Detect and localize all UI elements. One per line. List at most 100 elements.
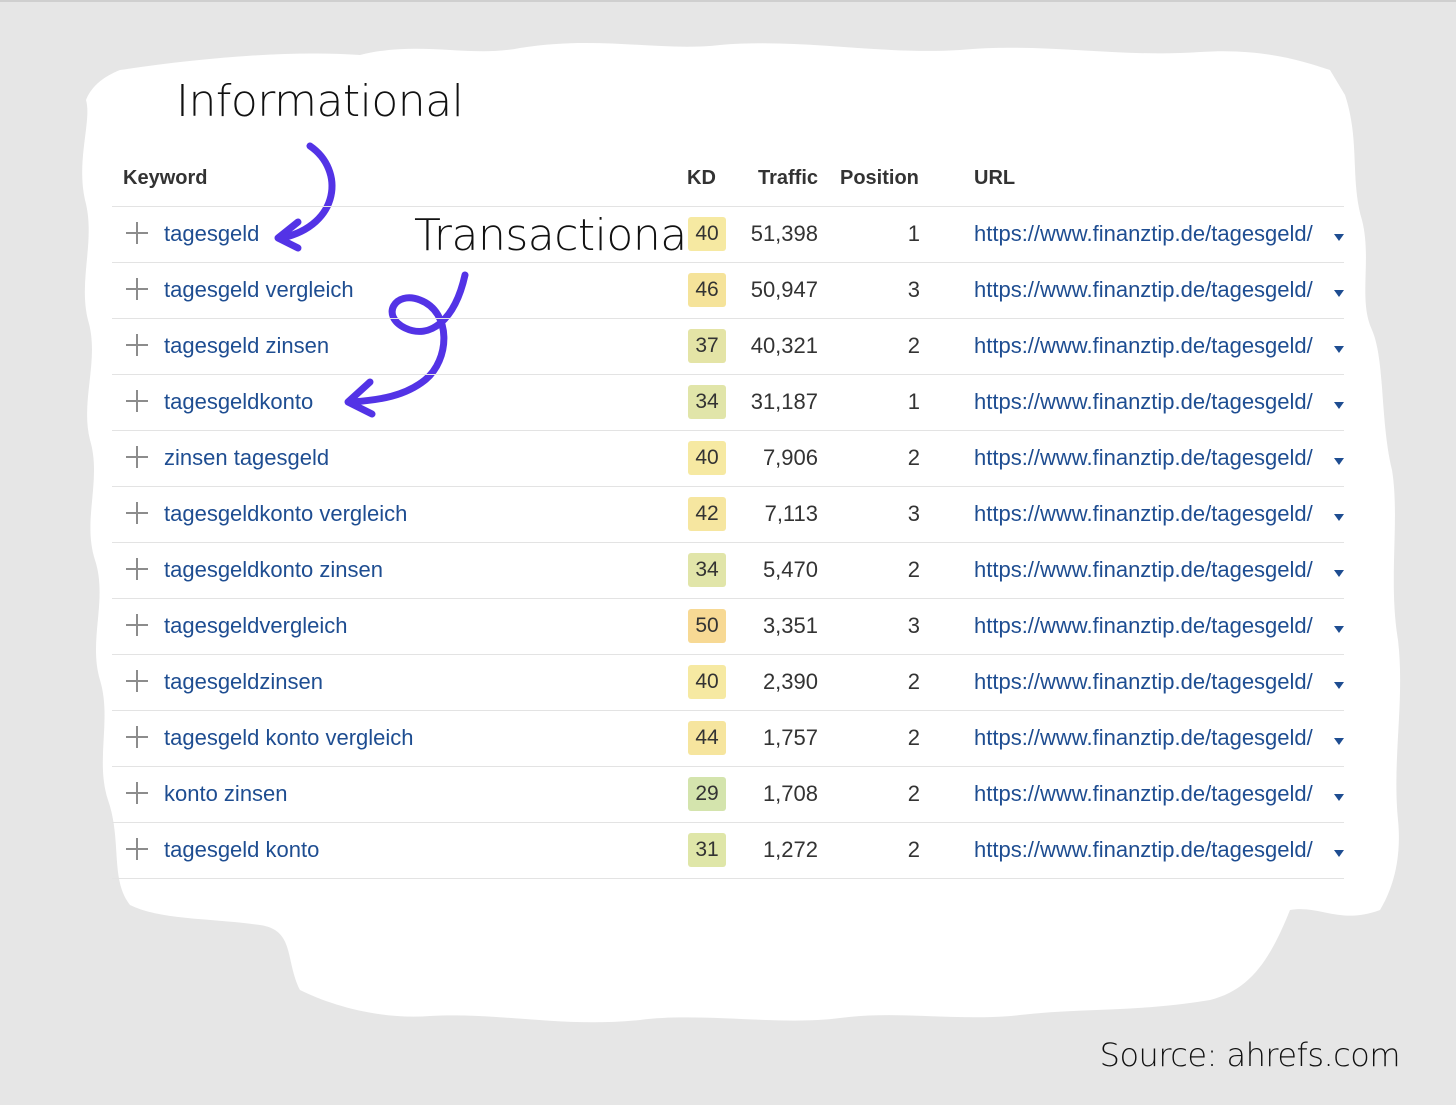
position-value: 1: [907, 389, 920, 414]
table-row: tagesgeldvergleich 50 3,351 3 https://www.fi…: [112, 599, 1344, 655]
caret-down-icon[interactable]: [1334, 850, 1344, 857]
table-row: tagesgeldkonto 34 31,187 1 https://www.finan…: [112, 375, 1344, 431]
add-keyword-plus-icon[interactable]: [126, 670, 148, 692]
keyword-link[interactable]: zinsen tagesgeld: [164, 445, 329, 471]
kd-badge: 37: [688, 329, 726, 363]
kd-badge: 29: [688, 777, 726, 811]
traffic-value: 1,757: [762, 725, 818, 750]
add-keyword-plus-icon[interactable]: [126, 278, 148, 300]
position-value: 2: [907, 557, 920, 582]
keyword-link[interactable]: tagesgeld vergleich: [164, 277, 354, 303]
add-keyword-plus-icon[interactable]: [126, 222, 148, 244]
caret-down-icon[interactable]: [1334, 626, 1344, 633]
url-link[interactable]: https://www.finanztip.de/tagesgeld/: [974, 613, 1313, 639]
kd-badge: 46: [688, 273, 726, 307]
url-link[interactable]: https://www.finanztip.de/tagesgeld/: [974, 557, 1313, 583]
table-row: tagesgeld konto vergleich 44 1,757 2 https:/…: [112, 711, 1344, 767]
table-row: tagesgeldkonto vergleich 42 7,113 3 https://…: [112, 487, 1344, 543]
table-row: zinsen tagesgeld 40 7,906 2 https://www.fina…: [112, 431, 1344, 487]
url-link[interactable]: https://www.finanztip.de/tagesgeld/: [974, 389, 1313, 415]
caret-down-icon[interactable]: [1334, 682, 1344, 689]
caret-down-icon[interactable]: [1334, 458, 1344, 465]
keyword-link[interactable]: konto zinsen: [164, 781, 288, 807]
url-link[interactable]: https://www.finanztip.de/tagesgeld/: [974, 781, 1313, 807]
kd-badge: 42: [688, 497, 726, 531]
add-keyword-plus-icon[interactable]: [126, 726, 148, 748]
keyword-link[interactable]: tagesgeld zinsen: [164, 333, 329, 359]
url-link[interactable]: https://www.finanztip.de/tagesgeld/: [974, 333, 1313, 359]
traffic-value: 5,470: [762, 557, 818, 582]
table-header: Keyword KD Traffic Position URL: [112, 152, 1344, 207]
url-link[interactable]: https://www.finanztip.de/tagesgeld/: [974, 277, 1313, 303]
keyword-link[interactable]: tagesgeldvergleich: [164, 613, 347, 639]
position-value: 2: [907, 781, 920, 806]
traffic-value: 40,321: [750, 333, 818, 358]
caret-down-icon[interactable]: [1334, 346, 1344, 353]
table-row: tagesgeld zinsen 37 40,321 2 https://www.fin…: [112, 319, 1344, 375]
url-link[interactable]: https://www.finanztip.de/tagesgeld/: [974, 221, 1313, 247]
traffic-value: 50,947: [750, 277, 818, 302]
table-row: tagesgeld konto 31 1,272 2 https://www.finan…: [112, 823, 1344, 879]
add-keyword-plus-icon[interactable]: [126, 334, 148, 356]
kd-badge: 31: [688, 833, 726, 867]
header-kd[interactable]: KD: [687, 167, 716, 190]
keyword-link[interactable]: tagesgeld konto: [164, 837, 319, 863]
position-value: 2: [907, 725, 920, 750]
traffic-value: 7,906: [762, 445, 818, 470]
url-link[interactable]: https://www.finanztip.de/tagesgeld/: [974, 725, 1313, 751]
header-position[interactable]: Position: [840, 167, 919, 190]
kd-badge: 34: [688, 553, 726, 587]
add-keyword-plus-icon[interactable]: [126, 390, 148, 412]
add-keyword-plus-icon[interactable]: [126, 838, 148, 860]
position-value: 2: [907, 837, 920, 862]
position-value: 2: [907, 445, 920, 470]
traffic-value: 2,390: [762, 669, 818, 694]
keyword-link[interactable]: tagesgeldzinsen: [164, 669, 323, 695]
caret-down-icon[interactable]: [1334, 794, 1344, 801]
header-keyword[interactable]: Keyword: [123, 167, 207, 190]
caret-down-icon[interactable]: [1334, 234, 1344, 241]
add-keyword-plus-icon[interactable]: [126, 614, 148, 636]
traffic-value: 51,398: [750, 221, 818, 246]
keywords-table: Keyword KD Traffic Position URL tagesgel…: [112, 152, 1344, 879]
url-link[interactable]: https://www.finanztip.de/tagesgeld/: [974, 837, 1313, 863]
keyword-link[interactable]: tagesgeldkonto vergleich: [164, 501, 407, 527]
position-value: 2: [907, 333, 920, 358]
caret-down-icon[interactable]: [1334, 402, 1344, 409]
keyword-link[interactable]: tagesgeld konto vergleich: [164, 725, 414, 751]
keyword-link[interactable]: tagesgeldkonto: [164, 389, 313, 415]
table-row: konto zinsen 29 1,708 2 https://www.finanzti…: [112, 767, 1344, 823]
traffic-value: 1,708: [762, 781, 818, 806]
caret-down-icon[interactable]: [1334, 570, 1344, 577]
caret-down-icon[interactable]: [1334, 738, 1344, 745]
keyword-link[interactable]: tagesgeld: [164, 221, 259, 247]
keyword-link[interactable]: tagesgeldkonto zinsen: [164, 557, 383, 583]
url-link[interactable]: https://www.finanztip.de/tagesgeld/: [974, 501, 1313, 527]
kd-badge: 50: [688, 609, 726, 643]
kd-badge: 40: [688, 217, 726, 251]
traffic-value: 7,113: [764, 501, 818, 526]
position-value: 3: [907, 613, 920, 638]
add-keyword-plus-icon[interactable]: [126, 502, 148, 524]
url-link[interactable]: https://www.finanztip.de/tagesgeld/: [974, 669, 1313, 695]
informational-annotation: Informational: [176, 76, 464, 127]
traffic-value: 3,351: [762, 613, 818, 638]
header-traffic[interactable]: Traffic: [758, 167, 818, 190]
header-url[interactable]: URL: [974, 167, 1015, 190]
position-value: 1: [907, 221, 920, 246]
table-row: tagesgeldkonto zinsen 34 5,470 2 https://www…: [112, 543, 1344, 599]
kd-badge: 40: [688, 665, 726, 699]
url-link[interactable]: https://www.finanztip.de/tagesgeld/: [974, 445, 1313, 471]
table-row: tagesgeldzinsen 40 2,390 2 https://www.finan…: [112, 655, 1344, 711]
caret-down-icon[interactable]: [1334, 290, 1344, 297]
traffic-value: 31,187: [750, 389, 818, 414]
table-row: tagesgeld 40 51,398 1 https://www.finanztip.…: [112, 207, 1344, 263]
kd-badge: 34: [688, 385, 726, 419]
add-keyword-plus-icon[interactable]: [126, 782, 148, 804]
caret-down-icon[interactable]: [1334, 514, 1344, 521]
kd-badge: 44: [688, 721, 726, 755]
position-value: 3: [907, 501, 920, 526]
add-keyword-plus-icon[interactable]: [126, 446, 148, 468]
source-caption: Source: ahrefs.com: [1099, 1036, 1401, 1074]
add-keyword-plus-icon[interactable]: [126, 558, 148, 580]
